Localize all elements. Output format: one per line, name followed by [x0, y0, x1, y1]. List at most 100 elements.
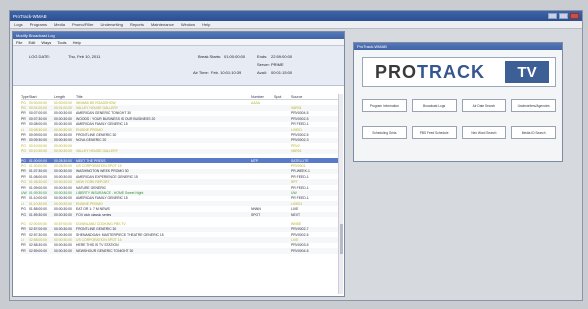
col-type[interactable]: Type [21, 95, 29, 99]
table-row[interactable]: PR 02:59:00:00 00:00:30:00 NEWSHOUR GENERIC… [21, 248, 343, 254]
cell-length: 00:00:30:00 [54, 169, 72, 174]
cell-source: LIVE01 [291, 127, 303, 132]
cell-start: 00:07:30:00 [29, 116, 47, 121]
menu-media[interactable]: Media [54, 22, 65, 27]
cell-title: FRONTLINE GENERIC 30 [76, 227, 117, 232]
cell-length: 00:00:30:00 [54, 149, 72, 154]
table-row[interactable]: PR 01:07:30:00 00:00:30:00 WASHINGTON WEEK … [21, 168, 343, 175]
pbs-feed-schedule-button[interactable]: PBS Feed Schedule [411, 126, 457, 139]
cell-number: NNNN [251, 207, 261, 212]
nex-word-search-button[interactable]: Nex Word Search [461, 126, 507, 139]
cell-type: PR [21, 248, 26, 253]
table-row[interactable]: PR 01:08:00:00 00:00:30:00 AMERICAN EXPERIE… [21, 174, 343, 179]
cell-start: 01:00:00:00 [29, 163, 47, 168]
table-row[interactable]: PR 01:09:00:00 00:00:30:00 NATURE GENERIC PR… [21, 185, 343, 190]
table-row[interactable]: PR 02:58:30:00 00:00:30:00 HERE THIS IS TV … [21, 243, 343, 248]
table-row[interactable]: PG 00:01:00:00 00:01:00:00 VALLEY HOUSE GAL… [21, 105, 343, 111]
cell-length: 00:00:30:00 [54, 185, 72, 190]
table-row[interactable]: LI 00:08:30:00 00:00:30:00 ENGINE PROMO LIVE… [21, 126, 343, 133]
air-date-search-button[interactable]: Air Date Search [461, 99, 507, 112]
table-row[interactable]: UW 01:09:30:00 00:00:30:00 LIBERTY INSURANC… [21, 190, 343, 196]
table-row[interactable]: PR 00:09:30:00 00:00:30:00 NOVA GENERIC 20 P… [21, 137, 343, 144]
scheduling-grids-button[interactable]: Scheduling Grids [362, 126, 407, 139]
cell-length: 00:28:30:00 [54, 158, 72, 163]
cell-length: 00:00:30:00 [54, 196, 72, 201]
cell-start: 01:08:00:00 [29, 174, 47, 179]
menu-maintenance[interactable]: Maintenance [151, 22, 174, 27]
cell-type: UW [21, 190, 27, 195]
close-button[interactable] [570, 13, 579, 19]
table-row[interactable]: PG 01:00:00:00 00:28:30:00 US CORPORATION S… [21, 163, 343, 168]
log-scrollbar[interactable] [338, 94, 343, 294]
menu-bar: Logs Programs Media Promo/Filler Underwr… [10, 21, 582, 29]
table-row[interactable]: PR 00:08:00:00 00:00:30:00 AMERICAN FAMILY … [21, 122, 343, 127]
cell-type: LI [21, 201, 24, 206]
table-row[interactable]: PG 00:10:30:00 00:00:30:00 VALLEY HOUSE GAL… [21, 148, 343, 154]
cell-start: 01:59:30:00 [29, 212, 47, 217]
maximize-button[interactable] [559, 13, 568, 19]
cell-length: 00:00:30:00 [54, 232, 72, 237]
table-row[interactable]: PR 02:57:00:00 00:00:30:00 FRONTLINE GENERI… [21, 226, 343, 232]
title-bar: ProTrack-WMAB [10, 11, 582, 21]
media-id-search-button[interactable]: Media ID Search [511, 126, 556, 139]
menu-underwriting[interactable]: Underwriting [101, 22, 123, 27]
cell-type: PG [21, 163, 26, 168]
cell-type: PG [21, 180, 26, 185]
table-row[interactable]: PR 00:07:00:00 00:00:30:00 AMERICAN GENERIC… [21, 111, 343, 116]
cell-title: FOX club classic series [76, 212, 112, 217]
cell-type: PG [21, 207, 26, 212]
minimize-button[interactable] [548, 13, 557, 19]
underwriters-agencies-button[interactable]: Underwriters/Agencies [511, 99, 556, 112]
scrollbar-thumb[interactable] [340, 224, 343, 254]
cell-type: PR [21, 138, 26, 143]
menu-logs[interactable]: Logs [14, 22, 23, 27]
broadcast-logs-button[interactable]: Broadcast Logs [411, 99, 457, 112]
menu-window[interactable]: Window [181, 22, 195, 27]
program-information-button[interactable]: Program Information [362, 99, 407, 112]
table-row[interactable]: LI 02:58:00:00 00:00:30:00 US CORPORATION S… [21, 237, 343, 243]
table-row[interactable]: LI 01:10:30:00 00:00:30:00 ENGINE PROMO LIVE… [21, 201, 343, 207]
menu-promo-filler[interactable]: Promo/Filler [72, 22, 94, 27]
table-row[interactable]: PG 01:08:30:00 00:00:30:00 NEW YORK REPORT R… [21, 179, 343, 185]
main-window: ProTrack-WMAB Logs Programs Media Promo/… [9, 10, 583, 301]
log-menu-ways[interactable]: Ways [41, 40, 51, 45]
cell-length: 00:00:30:00 [54, 201, 72, 206]
cell-length: 00:00:00:00 [54, 100, 72, 105]
col-source[interactable]: Source [291, 95, 331, 99]
cell-title: SHENANDOAH: MASTERPIECE THEATRE GENERIC … [76, 232, 164, 237]
cell-number: AAAA [251, 100, 261, 105]
protrack-window: ProTrack-WMAB PRO TRACK TV Program Infor… [353, 42, 563, 162]
cell-start: 00:10:30:00 [29, 149, 47, 154]
table-row[interactable]: PR 00:09:00:00 00:00:30:00 FRONTLINE GENERI… [21, 132, 343, 137]
cell-source: PRV0001 [291, 163, 306, 168]
cell-start: 00:09:30:00 [29, 138, 47, 143]
col-start[interactable]: Start [29, 95, 54, 99]
protrack-logo: PRO TRACK TV [362, 57, 556, 87]
table-row[interactable]: PR 02:57:30:00 00:00:30:00 SHENANDOAH: MAST… [21, 232, 343, 237]
table-row-selected[interactable]: PG 01:00:00:00 00:28:30:00 MEET THE PRES… [21, 157, 343, 164]
cell-number: MTP [251, 158, 259, 163]
col-title[interactable]: Title [76, 95, 251, 99]
avail-label: Avail: [257, 70, 267, 75]
cell-start: 01:10:00:00 [29, 196, 47, 201]
menu-reports[interactable]: Reports [130, 22, 144, 27]
table-row[interactable]: PR 00:07:30:00 00:00:30:00 WOODS : YOUR BUS… [21, 116, 343, 122]
menu-programs[interactable]: Programs [30, 22, 47, 27]
col-length[interactable]: Length [54, 95, 76, 99]
table-row[interactable]: PG 02:00:00:00 00:57:00:00 DOWNLAND COOKING… [21, 221, 343, 226]
table-row[interactable]: PR 01:10:00:00 00:00:30:00 AMERICAN FAMILY … [21, 196, 343, 201]
col-number[interactable]: Number [251, 95, 274, 99]
table-row[interactable]: PG 01:59:30:00 00:00:30:00 FOX club classic… [21, 211, 343, 218]
log-menu-tools[interactable]: Tools [57, 40, 66, 45]
table-row[interactable]: PG 01:58:00:00 00:00:30:00 EAT OR 1: 7 M NE… [21, 206, 343, 211]
cell-type: LI [21, 238, 24, 243]
menu-help[interactable]: Help [202, 22, 210, 27]
cell-type: PR [21, 111, 26, 116]
cell-length: 00:00:30:00 [54, 207, 72, 212]
cell-type: PG [21, 143, 26, 148]
cell-source: PRV0002-5 [291, 133, 309, 138]
log-menu-help[interactable]: Help [73, 40, 81, 45]
log-menu-edit[interactable]: Edit [28, 40, 35, 45]
col-spot[interactable]: Spot [274, 95, 291, 99]
log-menu-file[interactable]: File [16, 40, 22, 45]
